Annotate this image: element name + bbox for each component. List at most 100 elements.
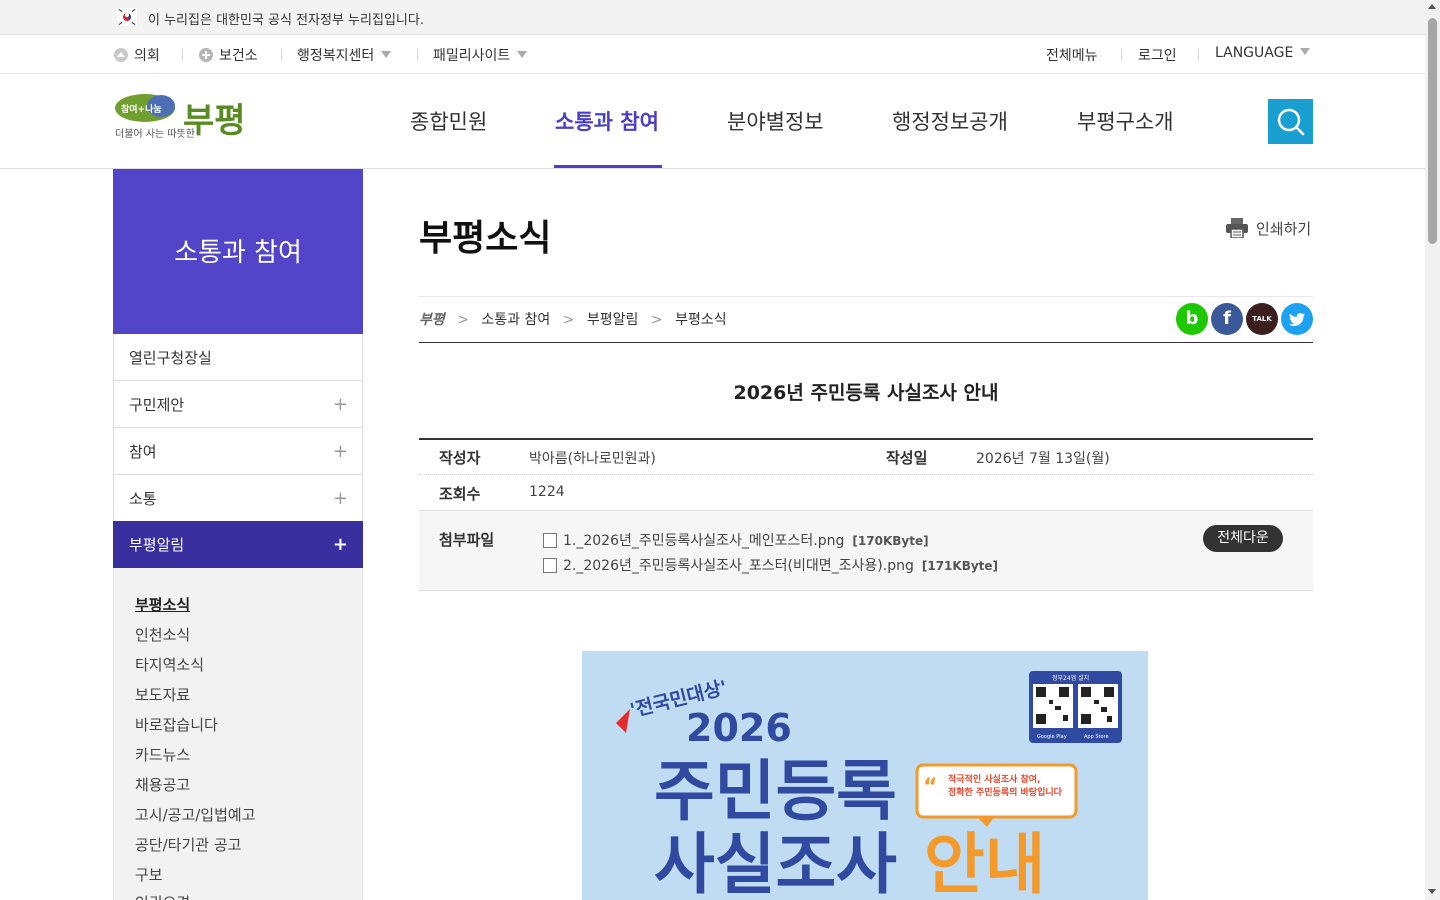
poster-store1: Google Play <box>1037 734 1067 740</box>
twitter-share-icon[interactable] <box>1281 303 1313 335</box>
divider <box>419 296 1313 297</box>
gnb-communication[interactable]: 소통과 참여 <box>555 106 659 136</box>
poster-qr-header: 정부24앱 설치 <box>1052 674 1089 682</box>
sidebar-item-mayor[interactable]: 열린구청장실 <box>113 334 363 381</box>
health-center-link[interactable]: 보건소 <box>198 45 258 65</box>
poster-graphic: '전국민대상' 2026 주민등록 사실조사 안내 “ 적극적인 사실조사 참여… <box>616 671 1122 900</box>
submenu-item-corrections[interactable]: 바로잡습니다 <box>135 714 218 735</box>
logo-tagline-top: 참여+나눔 <box>121 103 162 115</box>
plus-icon: + <box>332 441 348 462</box>
header: 참여+나눔 더불어 사는 따뜻한 부평 종합민원 소통과 참여 분야별정보 행정… <box>0 74 1425 169</box>
home-logo-icon[interactable]: 부평 <box>419 312 445 328</box>
poster-bubble-line2: 정확한 주민등록의 바탕입니다 <box>948 786 1063 798</box>
breadcrumb-item[interactable]: 부평알림 <box>587 312 639 328</box>
sidebar-item-label: 구민제안 <box>129 396 185 414</box>
poster-bubble-line1: 적극적인 사실조사 참여, <box>948 773 1041 785</box>
council-link[interactable]: 의회 <box>113 45 160 65</box>
page-scrollbar[interactable] <box>1425 0 1440 900</box>
utility-bar: 의회 보건소 행정복지센터 패밀리사이트 전체메뉴 로그인 LANGUAGE <box>0 35 1425 74</box>
post-title: 2026년 주민등록 사실조사 안내 <box>733 382 999 404</box>
sidebar-item-label: 참여 <box>129 443 157 461</box>
sidebar-item-notice[interactable]: 부평알림 + <box>113 521 363 568</box>
views-value: 1224 <box>529 484 565 500</box>
print-button[interactable]: 인쇄하기 <box>1225 218 1311 239</box>
gnb-admin-info[interactable]: 행정정보공개 <box>892 106 1008 136</box>
scroll-down-icon[interactable] <box>1428 889 1436 894</box>
divider <box>1198 48 1199 61</box>
band-share-icon[interactable]: b <box>1176 303 1208 335</box>
file-size: [170KByte] <box>852 534 929 548</box>
gov-banner-text: 이 누리집은 대한민국 공식 전자정부 누리집입니다. <box>148 13 424 28</box>
submenu-item-gazette[interactable]: 구보 <box>135 864 163 885</box>
plus-icon: + <box>332 394 348 415</box>
council-label: 의회 <box>134 48 160 64</box>
png-file-icon <box>543 558 557 573</box>
family-site-dropdown[interactable]: 패밀리사이트 <box>433 45 528 65</box>
scrollbar-thumb[interactable] <box>1428 18 1437 244</box>
logo-name: 부평 <box>183 101 246 141</box>
admin-center-label: 행정복지센터 <box>297 48 375 64</box>
sidebar-item-communication[interactable]: 소통 + <box>113 475 363 522</box>
facebook-share-icon[interactable]: f <box>1211 303 1243 335</box>
poster-line1: 주민등록 <box>654 753 897 830</box>
gnb-active-indicator <box>554 165 662 168</box>
kakaotalk-share-icon[interactable]: TALK <box>1246 303 1278 335</box>
attachment-file-link[interactable]: 2._2026년_주민등록사실조사_포스터(비대면_조사용).png [171KB… <box>543 555 998 575</box>
submenu-item-announcements[interactable]: 고시/공고/입법예고 <box>135 804 256 825</box>
poster-year: 2026 <box>686 706 792 750</box>
korea-flag-icon <box>117 8 137 26</box>
sidebar-item-label: 소통 <box>129 490 157 508</box>
chevron-right-icon: > <box>457 312 469 328</box>
submenu-item-recruit[interactable]: 채용공고 <box>135 774 190 795</box>
gnb-field-info[interactable]: 분야별정보 <box>727 106 824 136</box>
bupyeong-logo[interactable]: 참여+나눔 더불어 사는 따뜻한 부평 <box>113 92 258 144</box>
chevron-right-icon: > <box>562 312 575 328</box>
divider <box>419 342 1313 343</box>
submenu-item-card-news[interactable]: 카드뉴스 <box>135 744 190 765</box>
poster-line2a: 사실조사 <box>654 826 897 900</box>
page-title: 부평소식 <box>419 218 552 259</box>
info-row-views: 조회수 1224 <box>419 475 1313 511</box>
attachment-file-link[interactable]: 1._2026년_주민등록사실조사_메인포스터.png [170KByte] <box>543 530 929 550</box>
download-all-button[interactable]: 전체다운 <box>1203 525 1283 552</box>
gov-banner: 이 누리집은 대한민국 공식 전자정부 누리집입니다. <box>0 0 1425 35</box>
chevron-down-icon <box>1300 48 1311 55</box>
submenu-item-bupyeong-news[interactable]: 부평소식 <box>135 594 190 615</box>
gnb-about[interactable]: 부평구소개 <box>1077 106 1174 136</box>
author-value: 박아름(하나로민원과) <box>529 451 656 467</box>
info-row-author: 작성자 박아름(하나로민원과) 작성일 2026년 7월 13일(월) <box>419 439 1313 475</box>
login-link[interactable]: 로그인 <box>1138 45 1177 65</box>
gnb-civil-service[interactable]: 종합민원 <box>410 106 487 136</box>
admin-center-dropdown[interactable]: 행정복지센터 <box>297 45 392 65</box>
full-menu-link[interactable]: 전체메뉴 <box>1046 45 1098 65</box>
sidebar-item-participation[interactable]: 참여 + <box>113 428 363 475</box>
attachments-label: 첨부파일 <box>439 531 495 549</box>
file-size: [171KByte] <box>921 559 999 573</box>
png-file-icon <box>543 533 557 548</box>
sidebar-submenu: 부평소식 인천소식 타지역소식 보도자료 바로잡습니다 카드뉴스 채용공고 고시… <box>113 568 363 900</box>
breadcrumb-item[interactable]: 부평소식 <box>675 312 727 328</box>
sidebar-title: 소통과 참여 <box>174 238 302 268</box>
scroll-up-icon[interactable] <box>1428 4 1436 9</box>
submenu-item-incheon-news[interactable]: 인천소식 <box>135 624 190 645</box>
chevron-down-icon <box>381 51 392 58</box>
file-name: 1._2026년_주민등록사실조사_메인포스터.png <box>563 533 845 549</box>
council-icon <box>114 48 128 62</box>
breadcrumb-item[interactable]: 소통과 참여 <box>481 312 550 328</box>
plus-icon: + <box>332 534 348 555</box>
poster-store2: App Store <box>1084 734 1109 740</box>
divider <box>281 48 282 61</box>
submenu-item-cutoff[interactable]: 인권오경 <box>135 892 190 900</box>
printer-icon <box>1226 218 1248 239</box>
date-label: 작성일 <box>886 449 928 467</box>
submenu-item-agency-notice[interactable]: 공단/타기관 공고 <box>135 834 241 855</box>
submenu-item-other-region[interactable]: 타지역소식 <box>135 654 204 675</box>
chevron-right-icon: > <box>650 312 663 328</box>
search-button[interactable] <box>1268 99 1313 144</box>
submenu-item-press[interactable]: 보도자료 <box>135 684 190 705</box>
poster-image: '전국민대상' 2026 주민등록 사실조사 안내 “ 적극적인 사실조사 참여… <box>582 651 1148 900</box>
sidebar-title-box: 소통과 참여 <box>113 169 363 334</box>
language-dropdown[interactable]: LANGUAGE <box>1215 45 1311 61</box>
divider <box>1121 48 1122 61</box>
sidebar-item-proposal[interactable]: 구민제안 + <box>113 381 363 428</box>
